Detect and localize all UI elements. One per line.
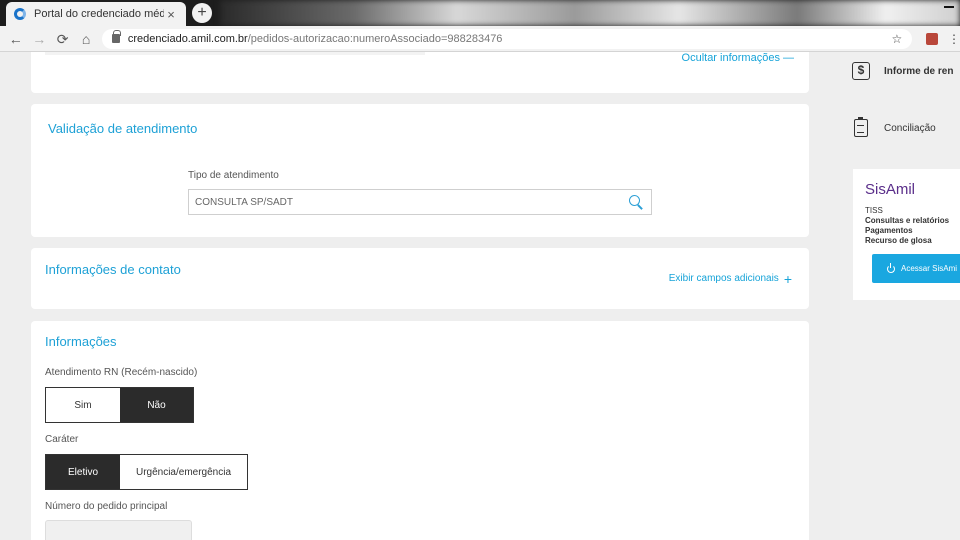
- sisamil-card: SisAmil TISS Consultas e relatórios Paga…: [853, 169, 960, 300]
- reload-button[interactable]: ⟳: [51, 27, 74, 51]
- clipboard-icon: [854, 117, 868, 137]
- rn-toggle: Sim Não: [45, 387, 194, 423]
- browser-tab[interactable]: Portal do credenciado médico ×: [6, 2, 186, 26]
- contact-card: Informações de contato Exibir campos adi…: [31, 248, 809, 309]
- new-tab-button[interactable]: +: [192, 3, 212, 23]
- forward-button[interactable]: →: [27, 27, 50, 51]
- sisamil-line-consultas: Consultas e relatórios: [865, 216, 950, 225]
- rn-option-yes[interactable]: Sim: [46, 388, 120, 422]
- minimize-icon[interactable]: [944, 6, 954, 8]
- info-card-top: Ocultar informações —: [31, 52, 809, 93]
- character-toggle: Eletivo Urgência/emergência: [45, 454, 248, 490]
- show-fields-label: Exibir campos adicionais: [668, 273, 779, 284]
- rn-option-no[interactable]: Não: [120, 388, 193, 422]
- show-fields-link[interactable]: Exibir campos adicionais +: [668, 270, 792, 287]
- validation-title: Validação de atendimento: [48, 121, 198, 136]
- sisamil-brand: SisAmil: [865, 181, 916, 198]
- lock-icon[interactable]: [111, 30, 121, 43]
- validation-card: Validação de atendimento Tipo de atendim…: [31, 104, 809, 237]
- home-button[interactable]: ⌂: [74, 27, 97, 51]
- main-order-label: Número do pedido principal: [45, 501, 168, 512]
- sisamil-line-tiss: TISS: [865, 206, 883, 215]
- tab-title: Portal do credenciado médico: [34, 8, 164, 20]
- sidebar-item-conciliacao-label: Conciliação: [884, 122, 936, 134]
- sidebar-item-conciliacao[interactable]: Conciliação: [852, 117, 936, 137]
- access-sisamil-label: Acessar SisAmi: [901, 264, 958, 273]
- sidebar-item-informe[interactable]: $ Informe de ren: [852, 62, 953, 80]
- tab-bar-background: [220, 0, 960, 26]
- pdf-extension-icon[interactable]: [926, 32, 938, 45]
- power-icon: [887, 262, 895, 273]
- service-type-field[interactable]: CONSULTA SP/SADT: [188, 189, 652, 215]
- information-card: Informações Atendimento RN (Recém-nascid…: [31, 321, 809, 540]
- amil-favicon-icon: [14, 8, 26, 20]
- browser-tab-bar: Portal do credenciado médico × +: [0, 0, 960, 26]
- dollar-icon: $: [852, 62, 870, 80]
- service-type-value: CONSULTA SP/SADT: [195, 196, 293, 208]
- sisamil-line-recurso: Recurso de glosa: [865, 236, 932, 245]
- sisamil-features: TISS Consultas e relatórios Pagamentos R…: [865, 206, 949, 246]
- hide-info-link[interactable]: Ocultar informações —: [682, 52, 794, 64]
- access-sisamil-button[interactable]: Acessar SisAmi: [872, 254, 960, 283]
- input-remnant: [45, 52, 425, 55]
- browser-toolbar: ← → ⟳ ⌂ credenciado.amil.com.br /pedidos…: [0, 26, 960, 52]
- information-title: Informações: [45, 334, 117, 349]
- browser-menu-icon[interactable]: ⋮: [948, 32, 960, 46]
- character-option-elective[interactable]: Eletivo: [46, 455, 120, 489]
- main-order-input[interactable]: [45, 520, 192, 540]
- service-type-label: Tipo de atendimento: [188, 170, 279, 181]
- rn-label: Atendimento RN (Recém-nascido): [45, 367, 198, 378]
- sisamil-line-pagamentos: Pagamentos: [865, 226, 913, 235]
- url-host: credenciado.amil.com.br: [127, 32, 248, 45]
- search-icon[interactable]: [627, 193, 645, 211]
- back-button[interactable]: ←: [4, 27, 27, 51]
- character-option-urgency[interactable]: Urgência/emergência: [120, 455, 247, 489]
- character-label: Caráter: [45, 434, 79, 445]
- sidebar-item-informe-label: Informe de ren: [884, 65, 954, 77]
- plus-icon: +: [783, 270, 792, 287]
- bookmark-star-icon[interactable]: ☆: [891, 32, 902, 46]
- url-path: /pedidos-autorizacao:numeroAssociado=988…: [247, 32, 503, 45]
- contact-title: Informações de contato: [45, 262, 181, 277]
- tab-close-icon[interactable]: ×: [164, 7, 178, 22]
- address-bar[interactable]: credenciado.amil.com.br /pedidos-autoriz…: [101, 28, 913, 49]
